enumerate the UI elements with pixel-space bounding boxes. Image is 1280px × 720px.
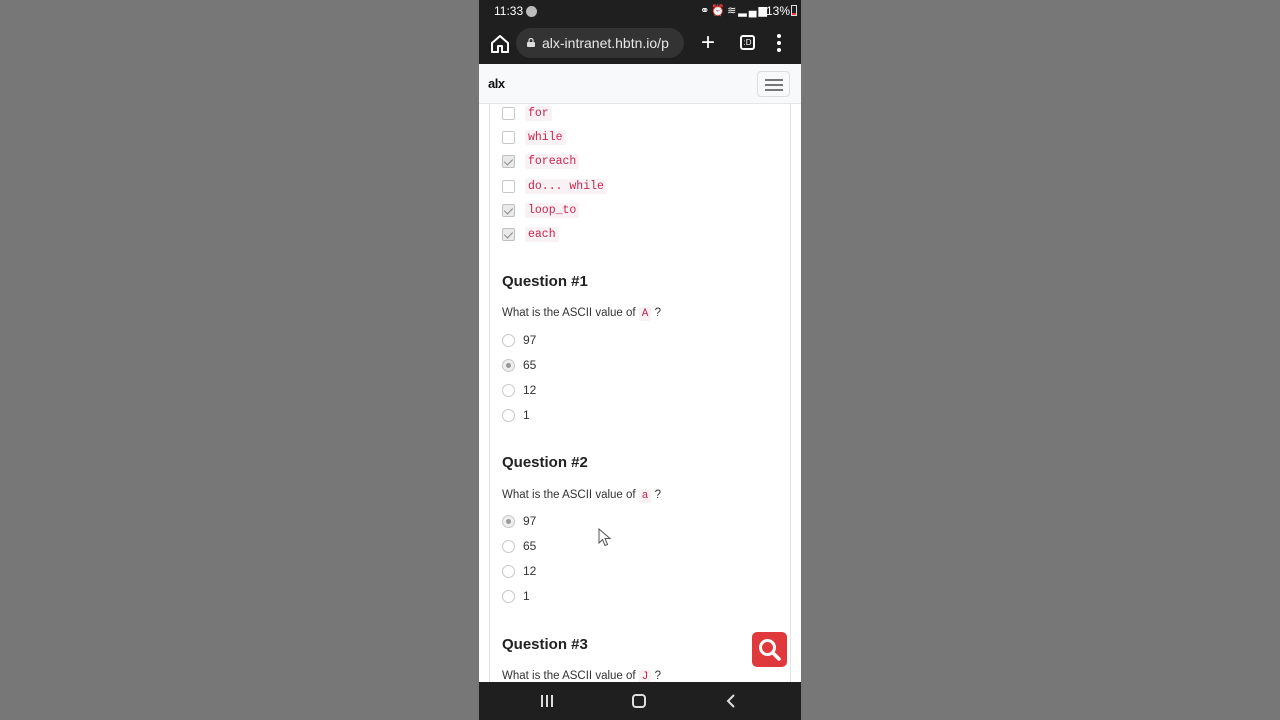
q1-option-12[interactable]: 12 — [502, 382, 536, 398]
option-label: loop_to — [525, 202, 580, 218]
notification-icon — [526, 6, 537, 17]
battery-indicator: 13% — [766, 4, 797, 18]
q1-option-1[interactable]: 1 — [502, 407, 530, 423]
question-2-title: Question #2 — [502, 454, 588, 471]
checkbox-checked[interactable] — [502, 203, 515, 217]
loop-option-each[interactable]: each — [502, 225, 559, 243]
link-icon: ⚭ — [700, 5, 712, 17]
checkbox[interactable] — [502, 130, 515, 144]
status-icons: ⚭⏰≋▂▄▆ — [700, 4, 769, 17]
option-label: 1 — [523, 408, 530, 422]
search-fab-button[interactable] — [752, 632, 787, 667]
phone-screen: 11:33 ⚭⏰≋▂▄▆ 13% alx-intranet.hbtn.io/p … — [479, 0, 801, 720]
status-bar: 11:33 ⚭⏰≋▂▄▆ 13% — [479, 0, 801, 24]
question-mark: ? — [654, 307, 662, 319]
option-label: 97 — [523, 514, 537, 528]
option-label: 65 — [523, 539, 537, 553]
option-label: foreach — [525, 153, 580, 169]
recent-apps-icon[interactable] — [541, 695, 555, 707]
radio-button-selected[interactable] — [502, 514, 515, 528]
wifi-icon: ≋ — [727, 5, 739, 17]
loop-option-foreach[interactable]: foreach — [502, 152, 580, 170]
loop-option-do-while[interactable]: do... while — [502, 177, 607, 195]
radio-button[interactable] — [502, 333, 515, 347]
radio-button[interactable] — [502, 539, 515, 553]
back-icon[interactable] — [725, 694, 739, 708]
option-label: 12 — [523, 383, 537, 397]
background-right — [801, 0, 1280, 720]
checkbox[interactable] — [502, 179, 515, 193]
battery-percent: 13% — [765, 4, 790, 18]
q2-option-97[interactable]: 97 — [502, 513, 536, 529]
background-left — [0, 0, 479, 720]
status-time: 11:33 — [494, 4, 524, 18]
question-3-text: What is the ASCII value of J ? — [502, 670, 661, 682]
tab-switcher-button[interactable]: :D — [740, 35, 755, 50]
option-label: each — [525, 226, 559, 242]
alarm-icon: ⏰ — [711, 5, 728, 17]
question-1-text: What is the ASCII value of A ? — [502, 307, 662, 321]
option-label: 65 — [523, 358, 537, 372]
mouse-cursor-icon — [598, 528, 612, 547]
loop-option-for[interactable]: for — [502, 104, 552, 122]
option-label: 12 — [523, 564, 537, 578]
q2-option-12[interactable]: 12 — [502, 563, 536, 579]
home-icon[interactable] — [489, 33, 511, 55]
checkbox-checked[interactable] — [502, 154, 515, 168]
question-3-title: Question #3 — [502, 636, 588, 653]
home-button-icon[interactable] — [632, 694, 646, 708]
quiz-content: for while foreach do... while loop_to ea… — [479, 104, 801, 682]
radio-button[interactable] — [502, 589, 515, 603]
signal-icon: ▂▄▆ — [738, 5, 769, 17]
radio-button-selected[interactable] — [502, 358, 515, 372]
option-label: for — [525, 105, 552, 121]
q1-option-65[interactable]: 65 — [502, 357, 536, 373]
search-icon — [759, 639, 781, 661]
question-code: a — [638, 489, 652, 503]
option-label: do... while — [525, 178, 607, 194]
question-text: What is the ASCII value of — [502, 670, 636, 682]
question-2-text: What is the ASCII value of a ? — [502, 489, 662, 503]
option-label: while — [525, 129, 566, 145]
radio-button[interactable] — [502, 408, 515, 422]
loop-option-loop-to[interactable]: loop_to — [502, 201, 580, 219]
question-code: A — [638, 307, 652, 321]
android-nav-bar — [479, 682, 801, 720]
radio-button[interactable] — [502, 564, 515, 578]
kebab-menu-icon[interactable] — [777, 34, 781, 52]
question-text: What is the ASCII value of — [502, 489, 636, 501]
question-1-title: Question #1 — [502, 273, 588, 290]
lock-icon — [527, 38, 535, 47]
battery-icon — [791, 5, 797, 16]
checkbox[interactable] — [502, 106, 515, 120]
loop-option-while[interactable]: while — [502, 128, 566, 146]
q1-option-97[interactable]: 97 — [502, 332, 536, 348]
option-label: 97 — [523, 333, 537, 347]
option-label: 1 — [523, 589, 530, 603]
hamburger-menu-icon[interactable] — [757, 71, 790, 97]
site-header: alx — [479, 64, 801, 104]
q2-option-1[interactable]: 1 — [502, 588, 530, 604]
question-mark: ? — [654, 670, 662, 682]
url-text: alx-intranet.hbtn.io/p — [542, 35, 669, 51]
question-code: J — [638, 670, 652, 682]
alx-logo[interactable]: alx — [488, 76, 505, 91]
browser-toolbar: alx-intranet.hbtn.io/p + :D — [479, 24, 801, 64]
question-text: What is the ASCII value of — [502, 307, 636, 319]
new-tab-plus-icon[interactable]: + — [701, 31, 715, 55]
checkbox-checked[interactable] — [502, 227, 515, 241]
radio-button[interactable] — [502, 383, 515, 397]
address-bar[interactable]: alx-intranet.hbtn.io/p — [516, 28, 684, 58]
question-mark: ? — [654, 489, 662, 501]
q2-option-65[interactable]: 65 — [502, 538, 536, 554]
